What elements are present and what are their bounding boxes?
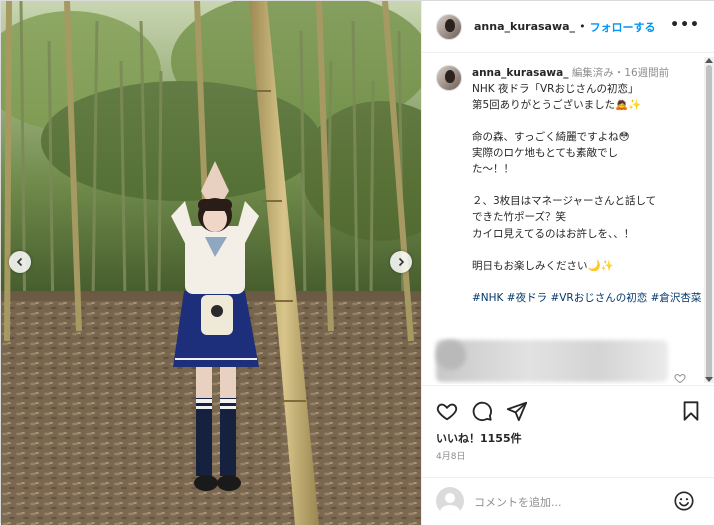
blurred-comment [436,340,668,382]
caption-line: NHK 夜ドラ「VRおじさんの初恋」 [472,83,639,96]
caption-line: カイロ見えてるのはお許しを、、！ [472,227,635,240]
emoji-icon[interactable] [673,490,695,512]
post-actions: いいね！1155件 4月8日 [422,385,714,480]
scrollbar-thumb[interactable] [706,65,712,381]
caption-line: 実際のロケ地もとても素敵でし [472,147,618,160]
caption-line: 第5回ありがとうございました🙇✨ [472,99,642,112]
caption-username[interactable]: anna_kurasawa_ [472,67,568,79]
author-username[interactable]: anna_kurasawa_ [474,20,575,33]
post-photo[interactable] [1,1,421,525]
hashtag-link[interactable]: #NHK [472,292,503,304]
post-header: anna_kurasawa_ • フォローする ••• [422,1,714,53]
like-count[interactable]: いいね！1155件 [436,430,522,446]
caption-line [472,177,702,193]
caption-line: できた竹ポーズ？笑 [472,211,566,224]
comments-scrollbar[interactable] [704,57,714,383]
caption-line: 命の森、すっごく綺麗ですよね😳 [472,131,630,144]
bookmark-icon[interactable] [680,400,702,422]
post-detail-panel: anna_kurasawa_ • フォローする ••• anna_kurasaw… [421,1,714,525]
hashtag-link[interactable]: #夜ドラ [507,292,547,304]
caption-line [472,274,702,290]
chevron-left-icon [16,257,23,267]
caption-body: anna_kurasawa_ 編集済み・16週間前 NHK 夜ドラ「VRおじさん… [472,65,702,306]
previous-image-button[interactable] [9,251,31,273]
blurred-commenter-avatar [436,340,466,370]
caption-line: 明日もお楽しみください🌙✨ [472,259,614,272]
caption: anna_kurasawa_ 編集済み・16週間前 NHK 夜ドラ「VRおじさん… [436,65,702,306]
heart-icon[interactable] [436,400,458,422]
instagram-post-window: anna_kurasawa_ • フォローする ••• anna_kurasaw… [0,0,714,525]
caption-line: ２、3枚目はマネージャーさんと話して [472,195,657,208]
next-image-button[interactable] [390,251,412,273]
add-comment-bar [422,477,714,525]
caption-author-avatar[interactable] [436,65,462,91]
hashtag-link[interactable]: #倉沢杏菜 [651,292,702,304]
comments-section: anna_kurasawa_ 編集済み・16週間前 NHK 夜ドラ「VRおじさん… [422,54,714,384]
caption-meta: 編集済み・16週間前 [571,67,670,79]
scroll-up-arrow-icon[interactable] [705,58,713,63]
caption-line [472,113,702,129]
comment-bubble-icon[interactable] [471,400,493,422]
caption-line [472,242,702,258]
separator-dot: • [579,20,586,33]
scroll-down-arrow-icon[interactable] [705,377,713,382]
more-options-icon[interactable]: ••• [670,17,700,33]
current-user-avatar [436,487,464,515]
follow-button[interactable]: フォローする [590,19,656,35]
hashtag-link[interactable]: #VRおじさんの初恋 [550,292,647,304]
comment-like-heart-icon[interactable] [674,372,686,384]
bamboo-forest-image [1,1,421,525]
paper-plane-icon[interactable] [506,400,528,422]
chevron-right-icon [398,257,405,267]
post-date[interactable]: 4月8日 [436,449,465,462]
comment-input[interactable] [474,492,664,512]
author-avatar[interactable] [436,13,462,40]
caption-line: た〜！！ [472,163,514,176]
